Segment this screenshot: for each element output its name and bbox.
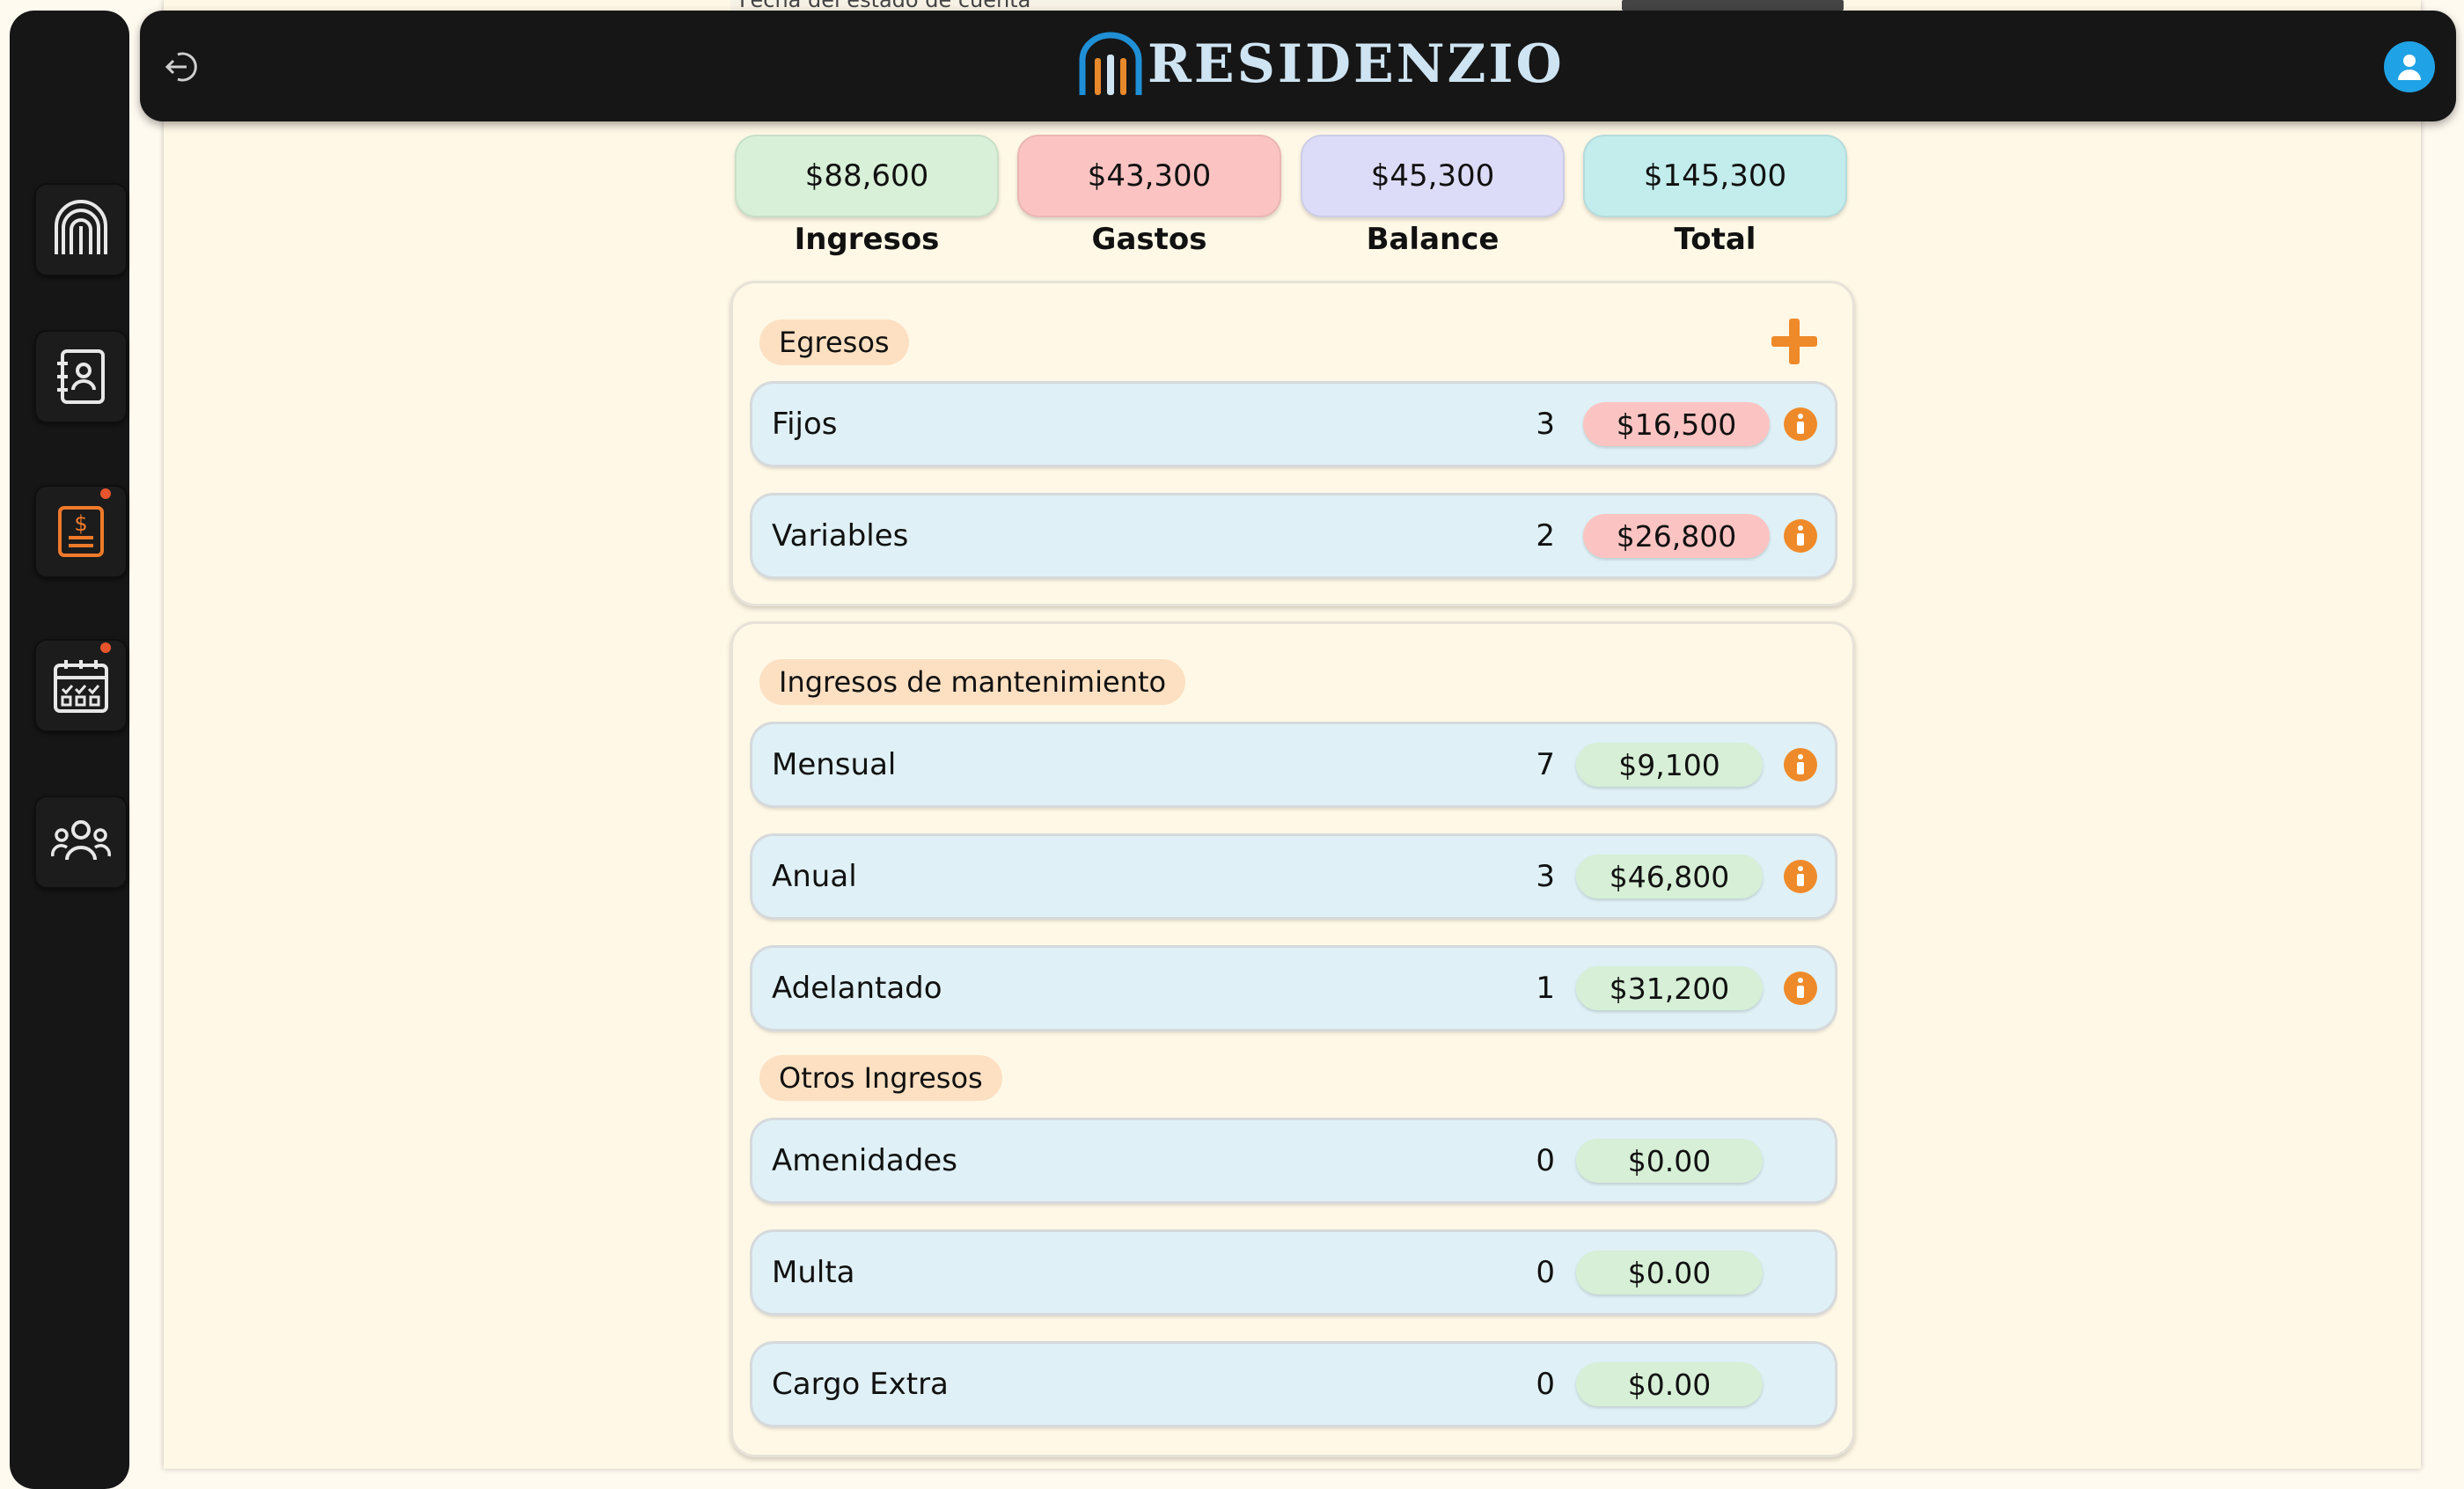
user-avatar-icon: [2398, 55, 2421, 80]
egresos-title: Egresos: [759, 319, 909, 365]
svg-text:$: $: [74, 511, 87, 536]
row-amount: $0.00: [1576, 1251, 1763, 1295]
otros-ingresos-title: Otros Ingresos: [759, 1055, 1002, 1101]
billing-icon: $: [58, 506, 104, 557]
info-icon[interactable]: [1784, 407, 1817, 441]
add-expense-button[interactable]: [1770, 317, 1819, 366]
list-item[interactable]: Cargo Extra 0 $0.00: [752, 1344, 1835, 1425]
list-item[interactable]: Amenidades 0 $0.00: [752, 1120, 1835, 1201]
row-label: Multa: [772, 1255, 855, 1290]
billing-notification-dot: [100, 488, 111, 499]
building-logo-icon: [1079, 32, 1142, 95]
list-item[interactable]: Fijos 3 $16,500: [752, 384, 1835, 465]
row-count: 7: [1536, 747, 1555, 782]
row-label: Variables: [772, 518, 909, 554]
row-label: Fijos: [772, 407, 838, 442]
info-icon[interactable]: [1784, 972, 1817, 1005]
sidebar-item-billing[interactable]: $: [34, 485, 128, 578]
sidebar-item-contacts[interactable]: [34, 330, 128, 423]
logout-icon: [165, 52, 197, 82]
row-label: Mensual: [772, 747, 897, 782]
users-icon: [51, 820, 111, 861]
summary-ingresos-value: $88,600: [735, 135, 999, 217]
info-icon[interactable]: [1784, 860, 1817, 893]
row-amount: $46,800: [1576, 855, 1763, 899]
info-icon[interactable]: [1784, 519, 1817, 553]
list-item[interactable]: Multa 0 $0.00: [752, 1232, 1835, 1313]
summary-gastos-label: Gastos: [1091, 222, 1207, 257]
home-icon: [55, 200, 107, 254]
list-item[interactable]: Anual 3 $46,800: [752, 836, 1835, 917]
row-amount: $9,100: [1576, 743, 1763, 787]
row-count: 0: [1536, 1143, 1555, 1178]
summary-balance-label: Balance: [1366, 222, 1500, 257]
app-logo: RESIDENZIO: [1079, 32, 1565, 97]
sidebar: $: [10, 11, 129, 1489]
summary-ingresos-label: Ingresos: [794, 222, 940, 257]
sidebar-item-calendar[interactable]: [34, 639, 128, 732]
summary-total-value: $145,300: [1583, 135, 1847, 217]
list-item[interactable]: Variables 2 $26,800: [752, 495, 1835, 576]
egresos-card: Egresos Fijos 3 $16,500 Variables 2 $26,…: [730, 281, 1855, 606]
row-amount: $26,800: [1583, 514, 1770, 558]
info-icon[interactable]: [1784, 748, 1817, 781]
summary-gastos-value: $43,300: [1017, 135, 1281, 217]
row-label: Adelantado: [772, 971, 942, 1006]
app-name: RESIDENZIO: [1148, 33, 1565, 95]
profile-button[interactable]: [2384, 41, 2435, 92]
calendar-icon: [54, 660, 108, 713]
contacts-icon: [57, 349, 105, 404]
calendar-notification-dot: [100, 642, 111, 653]
row-count: 2: [1536, 518, 1555, 554]
sidebar-item-home[interactable]: [34, 183, 128, 276]
row-amount: $16,500: [1583, 402, 1770, 446]
list-item[interactable]: Adelantado 1 $31,200: [752, 948, 1835, 1029]
row-amount: $0.00: [1576, 1362, 1763, 1406]
row-count: 3: [1536, 407, 1555, 442]
statement-preview: [1622, 0, 1844, 11]
logout-button[interactable]: [164, 49, 199, 84]
summary-total-label: Total: [1674, 222, 1756, 257]
row-amount: $0.00: [1576, 1139, 1763, 1183]
ingresos-mantenimiento-title: Ingresos de mantenimiento: [759, 659, 1186, 705]
ingresos-card: Ingresos de mantenimiento Mensual 7 $9,1…: [730, 621, 1855, 1457]
row-count: 0: [1536, 1255, 1555, 1290]
row-count: 1: [1536, 971, 1555, 1006]
row-label: Anual: [772, 859, 857, 894]
row-label: Cargo Extra: [772, 1367, 949, 1402]
row-count: 3: [1536, 859, 1555, 894]
row-label: Amenidades: [772, 1143, 957, 1178]
row-amount: $31,200: [1576, 966, 1763, 1010]
summary-balance-value: $45,300: [1301, 135, 1565, 217]
sidebar-item-users[interactable]: [34, 796, 128, 889]
row-count: 0: [1536, 1367, 1555, 1402]
list-item[interactable]: Mensual 7 $9,100: [752, 724, 1835, 805]
